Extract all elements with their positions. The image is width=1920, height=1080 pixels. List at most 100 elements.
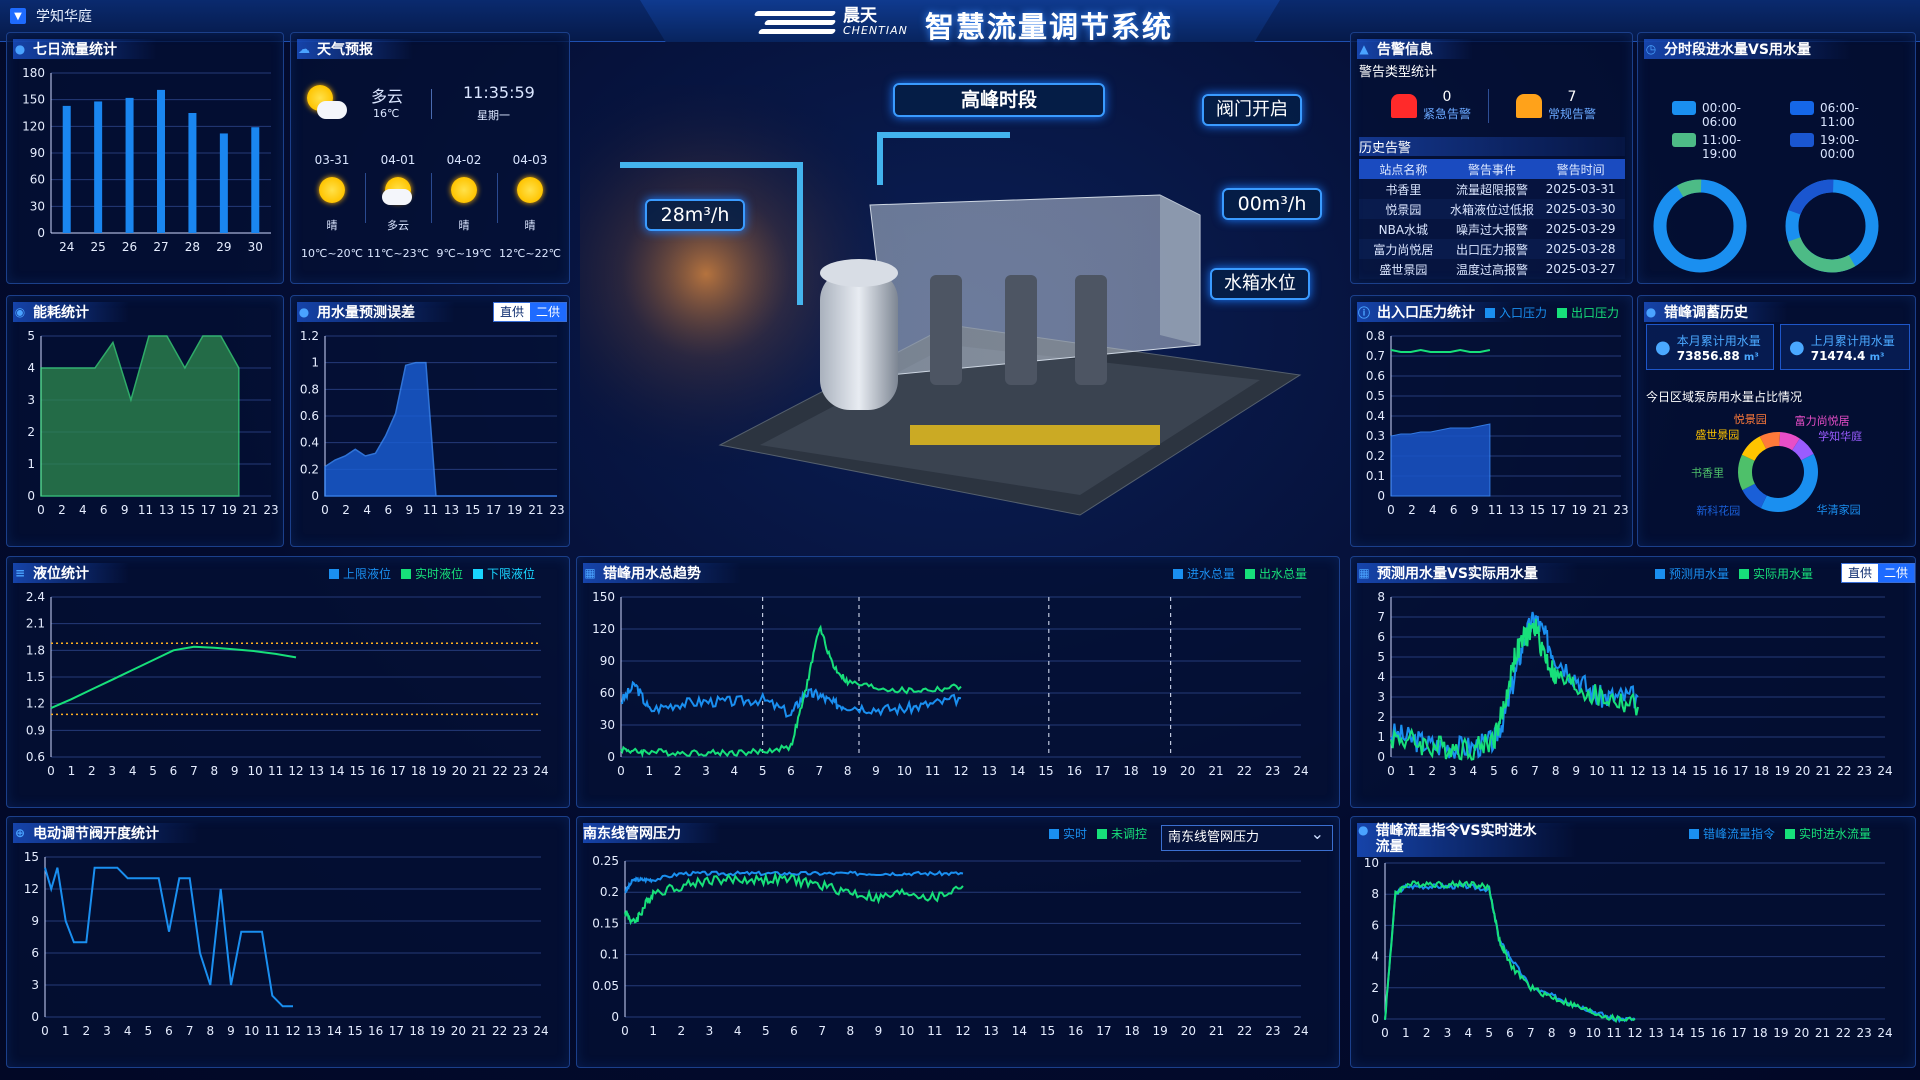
panel-header: ▲ 告警信息	[1357, 39, 1473, 59]
x-tick-label: 19	[1774, 764, 1789, 778]
command-flow-chart: 02468100 1 2 3 4 5 6 7 8 9 10 11 12 13 14 15 16 17 18 19 20 2…	[1364, 856, 1893, 1040]
toggle-direct[interactable]: 直供	[494, 303, 531, 321]
site-selector[interactable]: ▼ 学知华庭	[10, 6, 92, 26]
table-cell: 2025-03-28	[1545, 242, 1616, 256]
x-tick-label: 21	[1209, 1024, 1224, 1038]
y-tick-label: 0	[611, 1010, 619, 1024]
y-tick-label: 1.2	[300, 329, 319, 343]
forecast-day: 04-02 晴 9℃~19℃	[431, 153, 497, 260]
x-tick-label: 11	[925, 764, 940, 778]
clock-time: 11:35:59	[463, 83, 535, 102]
x-tick-label: 11	[1488, 503, 1503, 517]
x-tick-label: 12	[953, 764, 968, 778]
x-tick-label: 20	[1795, 764, 1810, 778]
x-tick-label: 0	[47, 764, 55, 778]
y-tick-label: 0.8	[300, 382, 319, 396]
x-tick-label: 14	[1672, 764, 1687, 778]
pipe-pressure-panel: 南东线管网压力 实时未调控 南东线管网压力 0 0.05 0.1 0.15 0.2 0.2…	[576, 816, 1340, 1068]
x-tick-label: 19	[507, 503, 522, 517]
supply-toggle[interactable]: 直供 二供	[493, 302, 568, 322]
table-cell: 悦景园	[1385, 202, 1422, 217]
table-cell: NBA水城	[1378, 222, 1429, 237]
bar	[94, 101, 103, 233]
x-tick-label: 8	[1548, 1026, 1556, 1040]
x-tick-label: 2	[1408, 503, 1416, 517]
dashboard-root: ▼ 学知华庭 晨天 CHENTIAN 智慧流量调节系统 高峰时段 28m³/h 阀…	[0, 0, 1920, 1080]
forecast-day: 04-01 多云 11℃~23℃	[365, 153, 431, 260]
level-icon: ≡	[14, 566, 26, 580]
table-row[interactable]: 富力尚悦居 出口压力报警 2025-03-28	[1359, 239, 1625, 259]
forecast-date: 04-01	[380, 153, 416, 167]
pie-slice	[1738, 454, 1755, 491]
level-legend: 上限液位 实时液位 下限液位	[329, 565, 535, 582]
x-tick-label: 19	[1153, 1024, 1168, 1038]
x-tick-label: 23	[1265, 764, 1280, 778]
x-tick-label: 15	[347, 1024, 362, 1038]
supply-toggle[interactable]: 直供 二供	[1841, 563, 1915, 583]
y-tick-label: 6	[1371, 918, 1379, 932]
table-row[interactable]: NBA水城 噪声过大报警 2025-03-29	[1359, 219, 1625, 239]
x-tick-label: 4	[124, 1024, 132, 1038]
y-tick-label: 90	[30, 146, 45, 160]
x-tick-label: 9	[1572, 764, 1580, 778]
table-row[interactable]: 悦景园 水箱液位过低报 2025-03-30	[1359, 199, 1625, 219]
trend-legend: 进水总量 出水总量	[1173, 565, 1307, 582]
table-row[interactable]: 盛世景园 温度过高报警 2025-03-27	[1359, 259, 1625, 279]
area-series	[1390, 423, 1491, 497]
x-tick-label: 23	[513, 1024, 528, 1038]
y-tick-label: 3	[31, 978, 39, 992]
x-tick-label: 2	[342, 503, 350, 517]
pressure-legend: 入口压力 出口压力	[1485, 304, 1619, 321]
table-row[interactable]: 书香里 流量超限报警 2025-03-31	[1359, 179, 1625, 199]
y-tick-label: 7	[1377, 610, 1385, 624]
pipe-line-select[interactable]: 南东线管网压力	[1161, 822, 1333, 851]
forecast-date: 03-31	[314, 153, 350, 167]
x-tick-label: 7	[816, 764, 824, 778]
y-tick-label: 0.1	[600, 948, 619, 962]
x-tick-label: 13	[1651, 764, 1666, 778]
y-tick-label: 1	[1377, 730, 1385, 744]
x-tick-label: 5	[759, 764, 767, 778]
x-tick-label: 19	[1152, 764, 1167, 778]
x-tick-label: 20	[1794, 1026, 1809, 1040]
y-tick-label: 0.7	[1366, 349, 1385, 363]
panel-header: ▦ 预测用水量VS实际用水量	[1357, 563, 1578, 583]
toggle-secondary[interactable]: 二供	[1878, 564, 1914, 582]
y-tick-label: 1.8	[26, 643, 45, 657]
y-tick-label: 5	[27, 329, 35, 343]
x-tick-label: 2	[678, 1024, 686, 1038]
y-tick-label: 1	[27, 457, 35, 471]
y-tick-label: 0	[27, 489, 35, 503]
toggle-secondary[interactable]: 二供	[530, 303, 567, 321]
outlet-flow-label: 00m³/h	[1222, 188, 1322, 220]
legend-item: 06:00-11:00	[1790, 101, 1860, 129]
y-tick-label: 2	[1371, 981, 1379, 995]
table-header: 站点名称 警告事件 警告时间	[1359, 159, 1625, 179]
x-tick-label: 0	[1381, 1026, 1389, 1040]
table-cell: 2025-03-31	[1545, 182, 1616, 196]
x-tick-label: 5	[1485, 1026, 1493, 1040]
x-tick-label: 17	[390, 764, 405, 778]
area-series	[324, 361, 557, 497]
x-tick-label: 17	[1096, 1024, 1111, 1038]
x-tick-label: 6	[100, 503, 108, 517]
panel-header: ● 用水量预测误差	[297, 302, 455, 322]
x-tick-label: 14	[1012, 1024, 1027, 1038]
x-tick-label: 24	[59, 240, 74, 254]
x-tick-label: 24	[1877, 764, 1892, 778]
x-tick-label: 14	[327, 1024, 342, 1038]
x-tick-label: 3	[103, 1024, 111, 1038]
predict-legend: 预测用水量 实际用水量	[1655, 565, 1813, 582]
x-tick-label: 2	[58, 503, 66, 517]
x-tick-label: 3	[1444, 1026, 1452, 1040]
x-tick-label: 26	[122, 240, 137, 254]
chevron-down-icon[interactable]: ▼	[10, 8, 26, 24]
panel-header: ● 七日流量统计	[13, 39, 157, 59]
x-tick-label: 28	[185, 240, 200, 254]
y-tick-label: 10	[1364, 856, 1379, 870]
x-tick-label: 12	[288, 764, 303, 778]
forecast-range: 9℃~19℃	[436, 247, 492, 260]
x-tick-label: 21	[242, 503, 257, 517]
x-tick-label: 8	[211, 764, 219, 778]
toggle-direct[interactable]: 直供	[1842, 564, 1878, 582]
